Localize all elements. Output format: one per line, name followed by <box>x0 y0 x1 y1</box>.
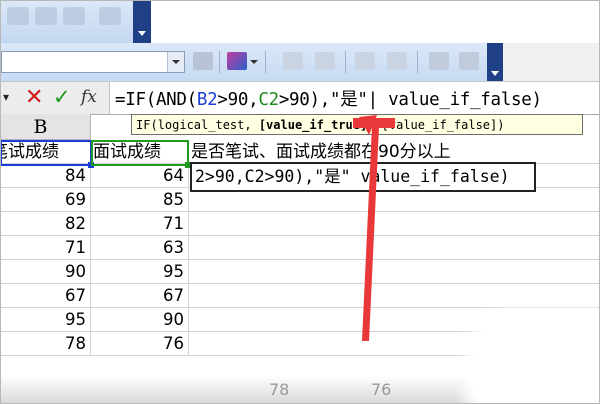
cell-written-score[interactable]: 67 <box>1 284 91 308</box>
insert-column-icon[interactable] <box>315 52 335 70</box>
cell-written-score[interactable]: 95 <box>1 308 91 332</box>
link-icon[interactable] <box>429 52 449 70</box>
fx-icon[interactable]: fx <box>81 87 97 107</box>
toolbar-button[interactable] <box>35 7 57 25</box>
formula-input[interactable]: =IF(AND(B2>90,C2>90),"是"| value_if_false… <box>115 86 542 111</box>
formula-bar-controls: ▾ ✕ ✓ fx <box>1 82 110 114</box>
cell-written-score[interactable]: 82 <box>1 212 91 236</box>
watermark-cloud <box>479 321 599 403</box>
toolbar-separator <box>265 51 266 73</box>
toolbar-separator <box>219 51 220 73</box>
spreadsheet-window: ▾ ✕ ✓ fx =IF(AND(B2>90,C2>90),"是"| value… <box>0 0 600 404</box>
cell-written-score[interactable]: 84 <box>1 164 91 188</box>
cell-interview-score[interactable]: 95 <box>91 260 189 284</box>
toolbar-options-icon[interactable] <box>133 1 151 43</box>
toolbar-button[interactable] <box>7 7 29 25</box>
delete-column-icon[interactable] <box>387 52 407 70</box>
cell-written-score[interactable]: 78 <box>1 332 91 356</box>
toolbar-options-icon[interactable] <box>487 43 503 81</box>
cell-result[interactable] <box>189 236 599 260</box>
cell-result[interactable] <box>189 212 599 236</box>
tooltip-suffix: , [value_if_false]) <box>367 118 505 132</box>
formula-suffix: value_if_false) <box>377 90 542 110</box>
formula-part: >90),"是" <box>278 90 368 110</box>
cell-written-score[interactable]: 69 <box>1 188 91 212</box>
standard-toolbar <box>1 1 151 44</box>
cell-written-score[interactable]: 71 <box>1 236 91 260</box>
name-box-dropdown-icon[interactable]: ▾ <box>3 90 9 104</box>
ghost-value: 78 <box>269 380 290 399</box>
column-header-b[interactable]: B <box>1 114 91 140</box>
cell-interview-score[interactable]: 64 <box>91 164 189 188</box>
header-cell-result[interactable]: 是否笔试、面试成绩都在90分以上 <box>189 140 599 164</box>
editing-cell-d2[interactable]: 2>90,C2>90),"是" value_if_false) <box>190 162 536 192</box>
toolbar-separator <box>417 51 418 73</box>
cell-interview-score[interactable]: 63 <box>91 236 189 260</box>
enter-icon[interactable]: ✓ <box>53 85 71 109</box>
cell-result[interactable] <box>189 260 599 284</box>
cell-interview-score[interactable]: 85 <box>91 188 189 212</box>
toolbar-button[interactable] <box>63 7 85 25</box>
toolbar-separator <box>345 51 346 73</box>
cell-interview-score[interactable]: 76 <box>91 332 189 356</box>
ghost-value: 76 <box>371 380 392 399</box>
unlink-icon[interactable] <box>459 52 479 70</box>
formula-part: >90, <box>217 90 259 110</box>
text-cursor: | <box>367 90 379 110</box>
cell-written-score[interactable]: 90 <box>1 260 91 284</box>
insert-row-icon[interactable] <box>283 52 303 70</box>
formula-ref-b2: B2 <box>196 90 218 110</box>
format-painter-icon[interactable] <box>193 52 213 70</box>
fill-color-icon[interactable] <box>227 52 247 70</box>
function-tooltip: IF(logical_test, [value_if_true], [value… <box>131 114 583 135</box>
formula-bar: ▾ ✕ ✓ fx =IF(AND(B2>90,C2>90),"是"| value… <box>1 81 599 115</box>
formula-prefix: =IF(AND( <box>115 90 197 110</box>
formatting-toolbar <box>1 43 599 82</box>
chevron-down-icon[interactable] <box>167 52 184 72</box>
cell-interview-score[interactable]: 90 <box>91 308 189 332</box>
tooltip-current-arg: [value_if_true] <box>258 118 368 132</box>
formatting-toolbar-band <box>1 43 501 82</box>
chevron-down-icon[interactable] <box>249 52 259 70</box>
cell-interview-score[interactable]: 71 <box>91 212 189 236</box>
tooltip-prefix: IF(logical_test, <box>136 118 259 132</box>
delete-row-icon[interactable] <box>355 52 375 70</box>
cell-interview-score[interactable]: 67 <box>91 284 189 308</box>
ref-highlight-c2 <box>91 140 191 168</box>
ref-highlight-b2 <box>1 140 94 168</box>
cell-result[interactable] <box>189 284 599 308</box>
cancel-icon[interactable]: ✕ <box>25 85 43 110</box>
formula-ref-c2: C2 <box>258 90 279 110</box>
font-combo[interactable] <box>1 51 185 73</box>
toolbar-button[interactable] <box>99 7 121 25</box>
